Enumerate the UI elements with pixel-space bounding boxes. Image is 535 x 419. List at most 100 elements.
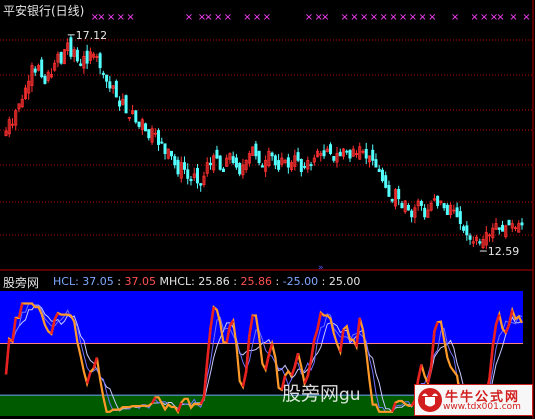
candle-body-100 <box>329 144 333 154</box>
candle-body-70 <box>231 156 235 163</box>
candle-body-12 <box>43 75 47 84</box>
hcl-up-segment-74 <box>241 371 248 388</box>
candle-body-84 <box>277 160 281 170</box>
sep-2: : <box>229 275 241 288</box>
signal-marker-8: × <box>214 12 222 23</box>
hcl-up-segment-28 <box>92 357 99 369</box>
site-stamp: 牛牛公式网 www.tdx001.com <box>414 384 533 416</box>
candle-body-44 <box>147 129 151 139</box>
candle-body-142 <box>465 225 469 236</box>
high-price-label: 17.12 <box>76 29 108 42</box>
low-price-label: 12.59 <box>488 245 519 258</box>
signal-marker-19: × <box>370 12 378 23</box>
watermark-suffix: gu <box>339 385 361 405</box>
candle-body-118 <box>387 184 391 197</box>
signal-marker-12: × <box>263 12 271 23</box>
signal-marker-13: × <box>305 12 313 23</box>
candle-body-90 <box>296 152 300 161</box>
candle-body-57 <box>189 178 193 182</box>
candle-body-98 <box>322 150 326 157</box>
candle-body-116 <box>380 169 384 182</box>
signal-marker-25: × <box>428 12 436 23</box>
signal-marker-31: × <box>509 12 517 23</box>
hcl-up-segment-26 <box>85 371 92 384</box>
hcl-up-segment-81 <box>264 354 271 370</box>
candle-body-152 <box>497 227 501 230</box>
candle-body-22 <box>75 49 79 62</box>
candle-body-115 <box>377 168 381 173</box>
candle-body-82 <box>270 152 274 157</box>
candle-body-140 <box>458 211 462 224</box>
mhcl-value: 25.86 <box>198 275 230 288</box>
hcl-value: 37.05 <box>82 275 114 288</box>
candle-body-17 <box>59 52 63 64</box>
signal-marker-23: × <box>409 12 417 23</box>
sep-3: : <box>271 275 283 288</box>
hcl-up-segment-94 <box>306 359 313 376</box>
signal-marker-7: × <box>204 12 212 23</box>
candle-body-135 <box>442 203 446 209</box>
candle-body-114 <box>374 159 378 168</box>
chart-title: 平安银行(日线) <box>3 4 85 18</box>
hcl-up-segment-131 <box>426 367 433 384</box>
candle-body-91 <box>299 158 303 173</box>
candle-body-29 <box>98 53 102 69</box>
indicator-readout: HCL: 37.05 : 37.05 MHCL: 25.86 : 25.86 :… <box>53 275 360 288</box>
signal-marker-5: × <box>185 12 193 23</box>
candle-body-30 <box>101 72 105 75</box>
signal-marker-26: × <box>451 12 459 23</box>
candle-body-23 <box>79 63 83 66</box>
candle-body-72 <box>238 162 242 175</box>
mhcl-value-2: 25.86 <box>240 275 272 288</box>
candle-body-55 <box>182 162 186 170</box>
candle-body-117 <box>384 175 388 188</box>
stamp-url: www.tdx001.com <box>443 402 521 412</box>
signal-marker-27: × <box>470 12 478 23</box>
hcl-value-2: 37.05 <box>124 275 157 288</box>
signal-marker-9: × <box>224 12 232 23</box>
candle-body-133 <box>436 195 440 206</box>
candle-body-103 <box>338 151 342 157</box>
candle-body-105 <box>345 150 349 153</box>
candle-body-83 <box>273 155 277 166</box>
candle-body-65 <box>215 149 219 159</box>
candle-body-92 <box>303 166 307 168</box>
signal-marker-4: × <box>126 12 134 23</box>
candle-body-49 <box>163 143 167 154</box>
candle-body-25 <box>85 50 89 64</box>
candle-body-101 <box>332 156 336 161</box>
signal-marker-18: × <box>360 12 368 23</box>
divider-marker: » <box>318 263 324 273</box>
candle-body-146 <box>478 241 482 244</box>
candle-body-11 <box>40 59 44 78</box>
signal-marker-15: × <box>321 12 329 23</box>
candle-body-155 <box>507 219 511 226</box>
signal-marker-3: × <box>117 12 125 23</box>
candle-body-37 <box>124 95 128 114</box>
candle-body-31 <box>105 74 109 82</box>
candle-body-141 <box>462 226 466 231</box>
candle-body-78 <box>257 150 261 163</box>
hcl-up-segment-1 <box>4 338 11 375</box>
candle-body-119 <box>390 198 394 202</box>
hcl-up-segment-82 <box>267 343 274 356</box>
candle-body-56 <box>186 169 190 179</box>
candle-body-66 <box>218 155 222 170</box>
candle-body-128 <box>419 200 423 206</box>
indicator-title: 股旁网 <box>3 276 40 290</box>
candle-body-67 <box>221 168 225 173</box>
candle-body-20 <box>69 37 73 57</box>
bull-logo-icon <box>418 388 442 412</box>
candle-body-124 <box>406 204 410 211</box>
hcl-label: HCL: <box>53 275 83 288</box>
candle-body-53 <box>176 159 180 175</box>
hcl-up-segment-90 <box>293 352 300 367</box>
candle-body-139 <box>455 207 459 218</box>
candle-body-111 <box>364 148 368 159</box>
signal-marker-17: × <box>350 12 358 23</box>
candle-body-121 <box>397 188 401 200</box>
signal-marker-28: × <box>480 12 488 23</box>
candle-body-77 <box>254 143 258 157</box>
candle-body-43 <box>144 123 148 132</box>
candle-body-106 <box>348 150 352 159</box>
